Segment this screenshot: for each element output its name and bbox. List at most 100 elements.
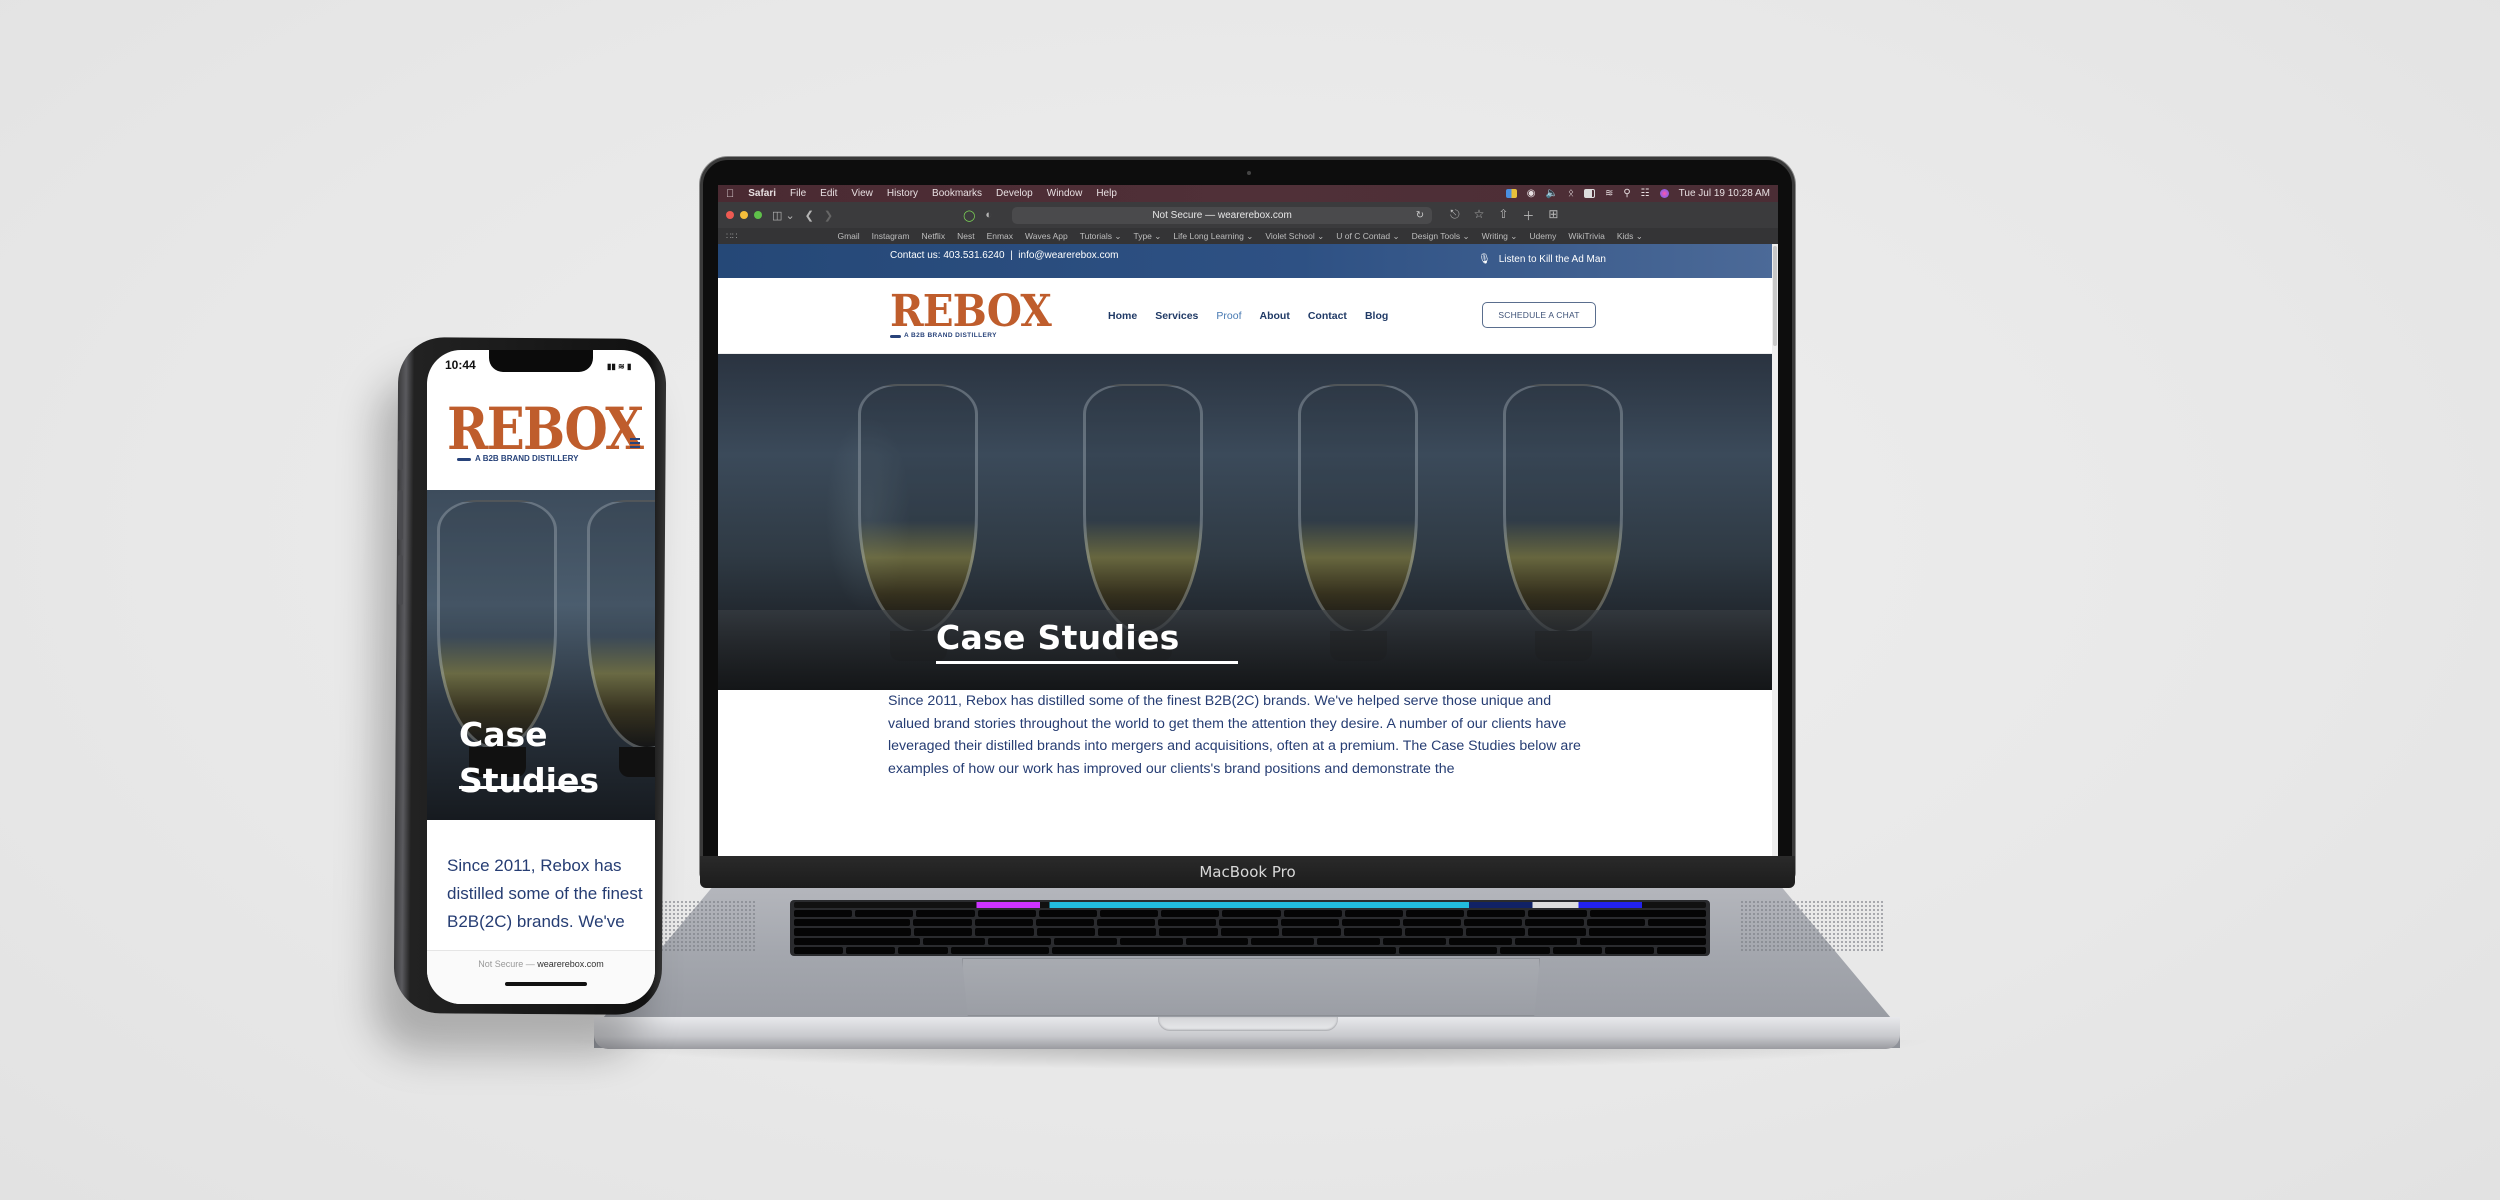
camera-icon [1247,171,1251,175]
menu-help[interactable]: Help [1096,188,1117,199]
phone-silent-switch [398,440,403,470]
finder-icon[interactable] [1505,189,1517,198]
spotlight-search-icon[interactable]: ⚲ [1623,188,1630,199]
new-tab-icon[interactable]: ＋ [1522,207,1534,224]
privacy-shield-icon[interactable]: ◐ [985,209,992,221]
bookmark-item[interactable]: Nest [957,231,974,241]
phone-notch [489,350,593,372]
whisky-glass-image [1503,384,1623,661]
rebox-logo-mobile[interactable]: REBOX A B2B BRAND DISTILLERY [447,400,655,463]
bookmark-folder[interactable]: Writing ⌄ [1482,231,1518,242]
right-speaker-grille [1740,900,1885,952]
rebox-logo[interactable]: REBOX A B2B BRAND DISTILLERY [890,290,1065,339]
safari-right-toolbar: ⎋ ☆ ⇧ ＋ ⊞ [1450,207,1558,224]
menu-develop[interactable]: Develop [996,188,1033,199]
address-bar[interactable]: Not Secure — wearerebox.com ↻ [1012,206,1433,224]
bookmark-folder[interactable]: U of C Contad ⌄ [1336,231,1399,242]
bookmark-item[interactable]: Gmail [837,231,859,241]
menu-window[interactable]: Window [1047,188,1083,199]
nav-about[interactable]: About [1260,310,1290,322]
nav-home[interactable]: Home [1108,310,1137,322]
keyboard [790,900,1710,956]
podcast-link-label: Listen to Kill the Ad Man [1498,254,1606,265]
address-bar-text: Not Secure — wearerebox.com [1152,209,1292,221]
downloads-icon[interactable]: ⎋ [1450,207,1460,224]
bookmark-star-icon[interactable]: ☆ [1474,207,1485,224]
bookmark-folder[interactable]: Life Long Learning ⌄ [1173,231,1253,242]
screen-record-icon[interactable]: ◉ [1527,188,1536,199]
window-controls [726,211,762,219]
nav-blog[interactable]: Blog [1365,310,1388,322]
menu-history[interactable]: History [887,188,918,199]
safari-toolbar: ◫ ⌄ ❮ ❯ ◯ ◐ Not Secure — wearerebox.com … [718,202,1778,228]
maximize-window-button[interactable] [754,211,762,219]
laptop-screen:  Safari File Edit View History Bookmark… [718,185,1778,856]
phone-volume-up-button [398,490,403,540]
reload-icon[interactable]: ↻ [1416,210,1424,221]
menubar-tray: ◉ 🔈 ᛟ ≋ ⚲ ☷ Tue Jul 19 10:28 AM [1505,188,1770,199]
siri-icon[interactable] [1659,189,1669,198]
page-title-line: Case [459,715,548,754]
close-window-button[interactable] [726,211,734,219]
bookmark-folder[interactable]: Violet School ⌄ [1265,231,1324,242]
nav-services[interactable]: Services [1155,310,1198,322]
control-center-icon[interactable]: ☷ [1641,188,1650,199]
phone-clock: 10:44 [445,358,476,372]
url-domain: wearerebox.com [537,959,604,969]
menu-bookmarks[interactable]: Bookmarks [932,188,982,199]
menu-view[interactable]: View [851,188,873,199]
phone-volume-down-button [398,555,403,605]
bookmark-item[interactable]: Netflix [921,231,945,241]
bookmark-item[interactable]: Instagram [872,231,910,241]
mobile-hero-banner: Case Studies [427,490,655,820]
volume-icon[interactable]: 🔈 [1546,188,1558,199]
scrollbar-thumb[interactable] [1773,246,1777,346]
contact-email-link[interactable]: info@wearerebox.com [1018,250,1118,261]
site-header: REBOX A B2B BRAND DISTILLERY Home Servic… [718,278,1778,354]
sidebar-toggle-icon[interactable]: ◫ ⌄ [772,209,795,222]
schedule-chat-button[interactable]: SCHEDULE A CHAT [1482,302,1596,328]
trackpad [962,958,1540,1016]
menubar-clock[interactable]: Tue Jul 19 10:28 AM [1679,188,1770,199]
logo-wordmark: REBOX [447,395,644,463]
bookmark-item[interactable]: Waves App [1025,231,1068,241]
hamburger-menu-icon[interactable] [630,438,640,448]
menu-file[interactable]: File [790,188,806,199]
bookmark-item[interactable]: WikiTrivia [1568,231,1605,241]
contact-separator: | [1010,250,1013,261]
pocket-extension-icon[interactable]: ◯ [963,209,975,222]
logo-tagline: A B2B BRAND DISTILLERY [447,454,655,463]
battery-icon[interactable] [1583,189,1595,198]
url-prefix: Not Secure — [478,959,535,969]
intro-paragraph-mobile: Since 2011, Rebox has distilled some of … [447,856,643,931]
bookmark-folder[interactable]: Tutorials ⌄ [1080,231,1122,242]
contact-info: Contact us: 403.531.6240 | info@wearereb… [890,250,1118,261]
home-indicator[interactable] [505,982,587,986]
apple-icon[interactable]:  [726,188,734,200]
share-icon[interactable]: ⇧ [1498,207,1508,224]
hero-banner: Case Studies [718,354,1778,690]
forward-icon[interactable]: ❯ [824,209,833,222]
nav-proof[interactable]: Proof [1216,310,1241,322]
back-icon[interactable]: ❮ [805,209,814,222]
menu-edit[interactable]: Edit [820,188,837,199]
bookmark-item[interactable]: Enmax [987,231,1013,241]
phone-screen: 10:44 ▮▮ ≋ ▮ REBOX A B2B BRAND DISTILLER… [427,350,655,1004]
podcast-link[interactable]: 🎙 Listen to Kill the Ad Man [1478,254,1606,265]
contact-phone-link[interactable]: 403.531.6240 [943,250,1004,261]
bluetooth-icon[interactable]: ᛟ [1568,188,1574,199]
bookmark-item[interactable]: Udemy [1529,231,1556,241]
page-title-mobile: Case Studies [459,712,599,804]
minimize-window-button[interactable] [740,211,748,219]
tab-overview-icon[interactable]: ⊞ [1548,207,1558,224]
mobile-url-bar[interactable]: Not Secure — wearerebox.com [427,950,655,1004]
bookmark-folder[interactable]: Kids ⌄ [1617,231,1643,242]
bookmark-folder[interactable]: Type ⌄ [1133,231,1161,242]
wifi-icon[interactable]: ≋ [1605,188,1613,199]
menu-app-safari[interactable]: Safari [748,188,776,199]
bar-table-image [718,610,1778,690]
page-scrollbar[interactable] [1772,244,1778,856]
nav-contact[interactable]: Contact [1308,310,1347,322]
bookmark-folder[interactable]: Design Tools ⌄ [1412,231,1470,242]
favorites-grid-icon[interactable]: ∷∷ [726,231,737,242]
